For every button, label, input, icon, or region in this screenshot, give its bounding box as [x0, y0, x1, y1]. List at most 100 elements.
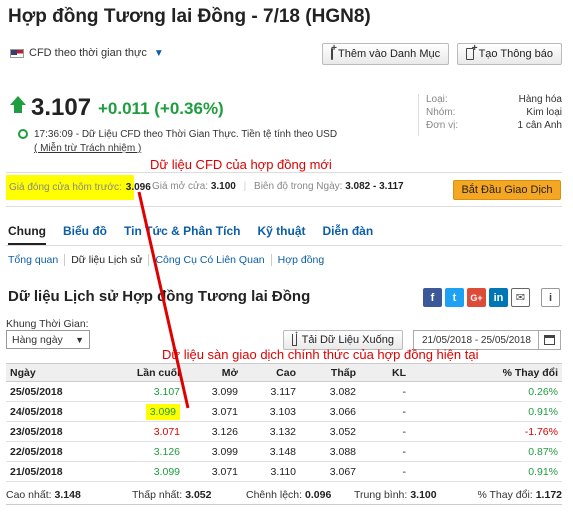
calendar-button[interactable]	[538, 331, 560, 349]
summary-low-value: 3.052	[185, 488, 212, 501]
cell-change: -1.76%	[410, 421, 562, 442]
twitter-icon[interactable]: t	[445, 288, 464, 307]
summary-low: Thấp nhất: 3.052	[132, 489, 246, 501]
info-icon[interactable]: i	[541, 288, 560, 307]
cell-date: 21/05/2018	[6, 461, 102, 482]
cell-open: 3.071	[184, 461, 242, 482]
info-value: Hàng hóa	[518, 94, 562, 105]
watchlist-icon	[331, 43, 337, 60]
clock-icon	[18, 129, 28, 139]
start-trading-button[interactable]: Bắt Đầu Giao Dịch	[453, 180, 561, 200]
summary-avg-label: Trung bình:	[354, 488, 408, 501]
subtab-overview[interactable]: Tổng quan	[8, 254, 66, 266]
col-header-volume[interactable]: KL	[360, 363, 410, 382]
summary-high-value: 3.148	[54, 488, 81, 501]
col-header-change[interactable]: % Thay đổi	[410, 363, 562, 382]
tab-news[interactable]: Tin Tức & Phân Tích	[124, 224, 240, 238]
tab-forum[interactable]: Diễn đàn	[322, 224, 373, 238]
timeframe-select[interactable]: Hàng ngày ▼	[6, 330, 90, 349]
cell-date: 24/05/2018	[6, 401, 102, 422]
history-summary: Cao nhất: 3.148 Thấp nhất: 3.052 Chênh lệc…	[6, 485, 562, 505]
col-header-low[interactable]: Thấp	[300, 363, 360, 382]
tab-chart[interactable]: Biểu đồ	[63, 224, 107, 238]
col-header-high[interactable]: Cao	[242, 363, 300, 382]
main-tabs: Chung Biểu đồ Tin Tức & Phân Tích Kỹ thu…	[8, 224, 390, 238]
subtab-contracts[interactable]: Hợp đồng	[272, 254, 331, 266]
time-note: 17:36:09 - Dữ Liệu CFD theo Thời Gian Th…	[18, 129, 338, 140]
cell-last: 3.099	[102, 401, 184, 422]
linkedin-icon[interactable]: in	[489, 288, 508, 307]
last-price: 3.107	[31, 94, 92, 121]
col-header-open[interactable]: Mở	[184, 363, 242, 382]
subtab-historical-data[interactable]: Dữ liệu Lịch sử	[65, 254, 150, 266]
create-alert-label: Tạo Thông báo	[478, 48, 553, 60]
cfd-label: CFD theo thời gian thực	[29, 47, 147, 59]
cell-high: 3.148	[242, 441, 300, 462]
divider	[6, 206, 562, 207]
table-row: 22/05/2018 3.126 3.099 3.148 3.088-0.87%	[6, 441, 562, 462]
download-label: Tải Dữ Liệu Xuống	[301, 334, 394, 346]
cell-change: 0.87%	[410, 441, 562, 462]
cell-last: 3.071	[102, 421, 184, 442]
divider	[6, 245, 562, 246]
add-to-watchlist-button[interactable]: Thêm vào Danh Mục	[322, 43, 449, 65]
cell-low: 3.052	[300, 421, 360, 442]
cell-low: 3.066	[300, 401, 360, 422]
col-header-date[interactable]: Ngày	[6, 363, 102, 382]
summary-low-label: Thấp nhất:	[132, 488, 183, 501]
divider	[6, 172, 562, 173]
info-label: Đơn vị:	[426, 120, 459, 131]
cell-low: 3.067	[300, 461, 360, 482]
info-label: Nhóm:	[426, 107, 456, 118]
cell-change: 0.91%	[410, 401, 562, 422]
info-value: Kim loại	[526, 107, 562, 118]
col-header-last[interactable]: Lần cuối	[102, 363, 184, 382]
cell-low: 3.088	[300, 441, 360, 462]
open-label: Giá mở cửa:	[152, 181, 209, 192]
timeframe-label: Khung Thời Gian:	[6, 318, 89, 330]
instrument-info: Loại: Hàng hóa Nhóm: Kim loại Đơn vị: 1 cân…	[426, 94, 562, 133]
prev-close-label: Giá đóng cửa hôm trước:	[9, 182, 122, 193]
cfd-selector[interactable]: CFD theo thời gian thực ▼	[10, 47, 164, 59]
cell-change: 0.91%	[410, 461, 562, 482]
download-icon	[292, 329, 298, 346]
email-icon[interactable]: ✉	[511, 288, 530, 307]
tab-technical[interactable]: Kỹ thuật	[257, 224, 305, 238]
subtab-related-instruments[interactable]: Công Cụ Có Liên Quan	[149, 254, 272, 266]
cell-high: 3.103	[242, 401, 300, 422]
alert-icon	[466, 43, 477, 60]
cell-volume: -	[360, 381, 410, 402]
cell-open: 3.099	[184, 381, 242, 402]
summary-high-label: Cao nhất:	[6, 488, 52, 501]
disclaimer-link[interactable]: ( Miễn trừ Trách nhiệm )	[34, 143, 141, 154]
cell-date: 22/05/2018	[6, 441, 102, 462]
facebook-icon[interactable]: f	[423, 288, 442, 307]
page-title: Hợp đồng Tương lai Đồng - 7/18 (HGN8)	[8, 6, 371, 27]
summary-high: Cao nhất: 3.148	[6, 489, 132, 501]
cell-last: 3.107	[102, 381, 184, 402]
cell-open: 3.071	[184, 401, 242, 422]
range-value: 3.082 - 3.117	[345, 181, 404, 192]
summary-change-label: % Thay đổi:	[477, 488, 533, 501]
range-label: Biên độ trong Ngày:	[254, 181, 343, 192]
date-range-value: 21/05/2018 - 25/05/2018	[422, 334, 531, 346]
tab-general[interactable]: Chung	[8, 224, 46, 238]
table-row: 24/05/2018 3.099 3.071 3.103 3.066-0.91%	[6, 401, 562, 422]
summary-change: % Thay đổi: 1.172	[456, 489, 562, 501]
table-row: 25/05/2018 3.107 3.099 3.117 3.082-0.26%	[6, 381, 562, 402]
timeframe-value: Hàng ngày	[12, 333, 63, 346]
prev-close-value: 3.096	[125, 182, 151, 193]
cell-date: 25/05/2018	[6, 381, 102, 402]
chevron-down-icon: ▼	[153, 47, 164, 59]
cell-low: 3.082	[300, 381, 360, 402]
cell-high: 3.110	[242, 461, 300, 482]
google-plus-icon[interactable]: G+	[467, 288, 486, 307]
open-range: Giá mở cửa: 3.100 | Biên độ trong Ngày: …	[152, 181, 404, 192]
summary-diff: Chênh lệch: 0.096	[246, 489, 354, 501]
add-to-watchlist-label: Thêm vào Danh Mục	[338, 48, 441, 60]
cell-volume: -	[360, 461, 410, 482]
table-row: 21/05/2018 3.099 3.071 3.110 3.067-0.91%	[6, 461, 562, 482]
time-note-text: 17:36:09 - Dữ Liệu CFD theo Thời Gian Th…	[34, 129, 338, 140]
create-alert-button[interactable]: Tạo Thông báo	[457, 43, 562, 65]
cell-last: 3.099	[102, 461, 184, 482]
